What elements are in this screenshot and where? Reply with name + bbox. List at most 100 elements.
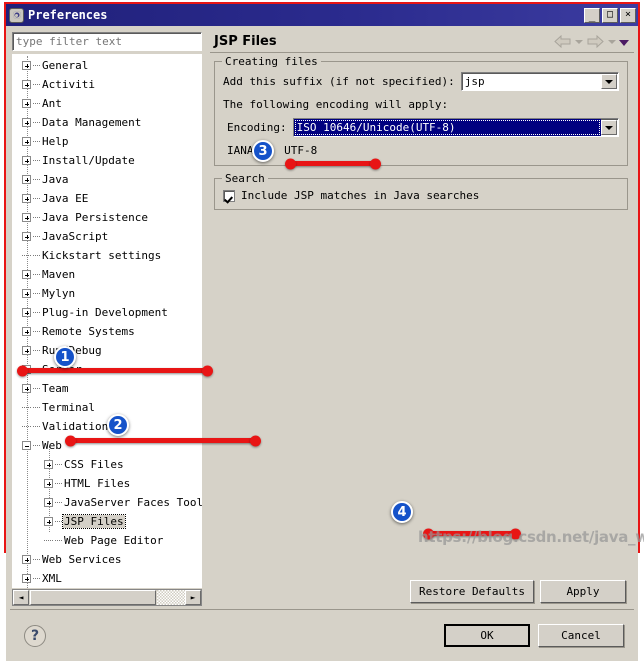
apply-button[interactable]: Apply xyxy=(540,580,626,603)
tree-item-help[interactable]: Help xyxy=(12,132,202,151)
tree-connector xyxy=(33,122,40,123)
tree-connector xyxy=(55,540,62,541)
tree-item-label: Kickstart settings xyxy=(42,249,162,262)
encoding-combo[interactable]: ISO 10646/Unicode(UTF-8) xyxy=(292,118,619,137)
tree-item-css-files[interactable]: CSS Files xyxy=(12,455,202,474)
tree-item-javascript[interactable]: JavaScript xyxy=(12,227,202,246)
scroll-thumb[interactable] xyxy=(30,590,156,605)
forward-arrow-icon[interactable] xyxy=(587,35,604,48)
tree-expand-icon[interactable] xyxy=(22,175,31,184)
tree-expand-icon[interactable] xyxy=(22,346,31,355)
suffix-row: Add this suffix (if not specified): jsp xyxy=(223,72,619,91)
tree-expand-icon[interactable] xyxy=(22,574,31,583)
forward-chevron-down-icon[interactable] xyxy=(608,38,616,46)
tree-item-html-files[interactable]: HTML Files xyxy=(12,474,202,493)
tree-item-label: Java EE xyxy=(42,192,89,205)
view-menu-icon[interactable] xyxy=(619,38,629,46)
tree-expand-icon[interactable] xyxy=(22,156,31,165)
tree-item-web[interactable]: Web xyxy=(12,436,202,455)
tree-item-validation[interactable]: Validation xyxy=(12,417,202,436)
tree-item-jsp-files[interactable]: JSP Files xyxy=(12,512,202,531)
page-nav-controls xyxy=(554,35,629,48)
tree-item-label: Server xyxy=(42,363,82,376)
suffix-dropdown-arrow-icon[interactable] xyxy=(600,74,617,89)
tree-item-java[interactable]: Java xyxy=(12,170,202,189)
tree-connector xyxy=(33,407,40,408)
include-jsp-row[interactable]: Include JSP matches in Java searches xyxy=(223,189,619,202)
tree-item-java-persistence[interactable]: Java Persistence xyxy=(12,208,202,227)
tree-expand-icon[interactable] xyxy=(22,194,31,203)
encoding-dropdown-arrow-icon[interactable] xyxy=(601,120,617,135)
tree-expand-icon[interactable] xyxy=(22,137,31,146)
tree-item-kickstart-settings[interactable]: Kickstart settings xyxy=(12,246,202,265)
tree-item-server[interactable]: Server xyxy=(12,360,202,379)
tree-expand-icon[interactable] xyxy=(22,80,31,89)
tree-expand-icon[interactable] xyxy=(22,270,31,279)
tree-expand-icon[interactable] xyxy=(22,61,31,70)
close-button[interactable]: × xyxy=(620,7,636,23)
tree-leaf-icon xyxy=(22,422,31,431)
tree-expand-icon[interactable] xyxy=(44,517,53,526)
tree-item-plug-in-development[interactable]: Plug-in Development xyxy=(12,303,202,322)
tree-item-java-ee[interactable]: Java EE xyxy=(12,189,202,208)
suffix-combo[interactable]: jsp xyxy=(460,72,619,91)
tree-connector xyxy=(55,521,62,522)
tree-connector xyxy=(55,483,62,484)
tree-expand-icon[interactable] xyxy=(44,498,53,507)
tree-expand-icon[interactable] xyxy=(44,479,53,488)
tree-item-team[interactable]: Team xyxy=(12,379,202,398)
tree-item-install-update[interactable]: Install/Update xyxy=(12,151,202,170)
tree-expand-icon[interactable] xyxy=(22,555,31,564)
tree-item-terminal[interactable]: Terminal xyxy=(12,398,202,417)
page-title: JSP Files xyxy=(214,34,277,49)
tree-item-general[interactable]: General xyxy=(12,56,202,75)
tree-expand-icon[interactable] xyxy=(22,308,31,317)
tree-expand-icon[interactable] xyxy=(22,289,31,298)
back-arrow-icon[interactable] xyxy=(554,35,571,48)
include-jsp-label: Include JSP matches in Java searches xyxy=(241,189,480,202)
tree-expand-icon[interactable] xyxy=(22,213,31,222)
maximize-button[interactable]: □ xyxy=(602,7,618,23)
tree-item-maven[interactable]: Maven xyxy=(12,265,202,284)
tree-connector xyxy=(33,350,40,351)
include-jsp-checkbox[interactable] xyxy=(223,189,235,202)
restore-defaults-button[interactable]: Restore Defaults xyxy=(410,580,534,603)
ok-button[interactable]: OK xyxy=(444,624,530,647)
help-icon[interactable]: ? xyxy=(24,624,46,647)
tree-expand-icon[interactable] xyxy=(22,232,31,241)
scroll-track[interactable] xyxy=(157,590,185,605)
tree-connector xyxy=(33,445,40,446)
minimize-button[interactable]: _ xyxy=(584,7,600,23)
tree-horizontal-scrollbar[interactable]: ◄ ► xyxy=(12,589,202,606)
scroll-right-button[interactable]: ► xyxy=(185,590,201,605)
tree-leaf-icon xyxy=(22,251,31,260)
tree-item-ant[interactable]: Ant xyxy=(12,94,202,113)
cancel-button[interactable]: Cancel xyxy=(538,624,624,647)
tree-item-remote-systems[interactable]: Remote Systems xyxy=(12,322,202,341)
tree-collapse-icon[interactable] xyxy=(22,441,31,450)
preferences-tree[interactable]: General Activiti Ant Data Management Help Ins… xyxy=(12,54,202,588)
tree-item-mylyn[interactable]: Mylyn xyxy=(12,284,202,303)
minimize-glyph: _ xyxy=(588,8,596,22)
tree-expand-icon[interactable] xyxy=(22,118,31,127)
scroll-left-button[interactable]: ◄ xyxy=(13,590,29,605)
tree-leaf-icon xyxy=(22,403,31,412)
tree-expand-icon[interactable] xyxy=(22,99,31,108)
tree-item-data-management[interactable]: Data Management xyxy=(12,113,202,132)
tree-item-xml[interactable]: XML xyxy=(12,569,202,588)
iana-value: UTF-8 xyxy=(284,144,318,157)
filter-input[interactable] xyxy=(12,32,202,51)
dialog-footer: ? OK Cancel xyxy=(10,609,634,661)
back-chevron-down-icon[interactable] xyxy=(575,38,583,46)
tree-expand-icon[interactable] xyxy=(44,460,53,469)
tree-expand-icon[interactable] xyxy=(22,384,31,393)
tree-connector xyxy=(33,65,40,66)
tree-expand-icon[interactable] xyxy=(22,365,31,374)
tree-item-javaserver-faces-tool[interactable]: JavaServer Faces Tool xyxy=(12,493,202,512)
tree-connector xyxy=(33,578,40,579)
tree-item-activiti[interactable]: Activiti xyxy=(12,75,202,94)
tree-item-web-page-editor[interactable]: Web Page Editor xyxy=(12,531,202,550)
tree-item-web-services[interactable]: Web Services xyxy=(12,550,202,569)
tree-item-run-debug[interactable]: Run/Debug xyxy=(12,341,202,360)
tree-expand-icon[interactable] xyxy=(22,327,31,336)
